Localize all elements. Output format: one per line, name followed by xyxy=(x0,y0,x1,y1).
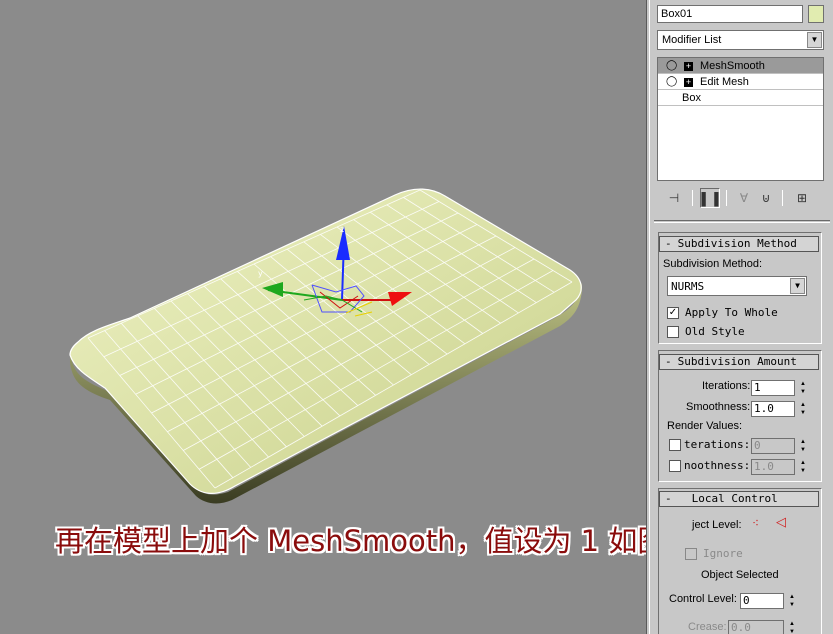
old-style-label: Old Style xyxy=(685,325,745,338)
render-smoothness-checkbox[interactable] xyxy=(669,460,681,472)
stack-item-label: Edit Mesh xyxy=(700,76,749,88)
stack-toolbar: ⊣ ▌▐ ∀ ⊍ ⊞ xyxy=(656,186,826,210)
render-smoothness-label: noothness: xyxy=(684,459,751,472)
subdivision-method-dropdown[interactable]: NURMS ▼ xyxy=(667,276,807,296)
vertex-icon[interactable]: ⁖ xyxy=(752,516,759,530)
rollout-title-label: Subdivision Method xyxy=(677,237,797,250)
render-smoothness-spinner[interactable]: ▲ ▼ xyxy=(798,459,808,475)
ignore-checkbox[interactable] xyxy=(685,548,697,560)
edge-icon[interactable]: ◁ xyxy=(776,514,786,530)
control-level-field[interactable]: 0 xyxy=(740,593,784,609)
stack-item-box[interactable]: Box xyxy=(658,90,823,106)
expand-icon[interactable]: + xyxy=(684,78,693,87)
toolbar-divider xyxy=(726,190,727,206)
local-control-title[interactable]: - Local Control xyxy=(659,491,819,507)
perspective-viewport[interactable]: z y 再在模型上加个 MeshSmooth，值设为 1 如图。 xyxy=(0,0,648,634)
stack-item-edit-mesh[interactable]: ◯ + Edit Mesh xyxy=(658,74,823,90)
smoothness-spinner[interactable]: ▲ ▼ xyxy=(798,401,808,417)
object-level-label: ject Level: xyxy=(692,519,742,531)
modify-panel: Box01 Modifier List ▼ ◯ + MeshSmooth ◯ +… xyxy=(650,0,833,634)
stack-item-label: Box xyxy=(682,92,701,104)
modifier-stack: ◯ + MeshSmooth ◯ + Edit Mesh Box xyxy=(657,57,824,181)
iterations-label: Iterations: xyxy=(702,380,751,392)
local-control-rollout xyxy=(658,488,822,634)
smoothness-field[interactable]: 1.0 xyxy=(751,401,795,417)
subdivision-method-title[interactable]: - Subdivision Method xyxy=(659,236,819,252)
subdivision-amount-title[interactable]: - Subdivision Amount xyxy=(659,354,819,370)
modifier-list-dropdown[interactable]: Modifier List ▼ xyxy=(657,30,824,50)
render-iterations-checkbox[interactable] xyxy=(669,439,681,451)
remove-modifier-icon[interactable]: ⊍ xyxy=(756,188,776,208)
toolbar-divider xyxy=(692,190,693,206)
rollout-title-label: Subdivision Amount xyxy=(677,355,797,368)
apply-to-whole-checkbox[interactable]: ✓ xyxy=(667,307,679,319)
subdivision-method-value: NURMS xyxy=(671,280,705,293)
render-iterations-label: terations: xyxy=(684,438,751,451)
render-smoothness-field[interactable]: 1.0 xyxy=(751,459,795,475)
object-color-swatch[interactable] xyxy=(808,5,824,23)
smoothness-label: Smoothness: xyxy=(686,401,751,413)
render-iterations-spinner[interactable]: ▲ ▼ xyxy=(798,438,808,454)
caption-text: 再在模型上加个 MeshSmooth，值设为 1 如图。 xyxy=(55,524,648,558)
control-level-label: Control Level: xyxy=(669,593,737,605)
iterations-field[interactable]: 1 xyxy=(751,380,795,396)
svg-text:z: z xyxy=(340,225,344,234)
expand-icon[interactable]: + xyxy=(684,62,693,71)
pin-stack-icon[interactable]: ⊣ xyxy=(664,188,684,208)
rollout-title-label: Local Control xyxy=(691,492,778,505)
control-level-spinner[interactable]: ▲ ▼ xyxy=(787,593,797,609)
crease-spinner[interactable]: ▲ ▼ xyxy=(787,620,797,634)
toolbar-divider xyxy=(782,190,783,206)
stack-item-meshsmooth[interactable]: ◯ + MeshSmooth xyxy=(658,58,823,74)
iterations-spinner[interactable]: ▲ ▼ xyxy=(798,380,808,396)
make-unique-icon[interactable]: ∀ xyxy=(734,188,754,208)
crease-label: Crease: xyxy=(688,621,727,633)
object-name-field[interactable]: Box01 xyxy=(657,5,803,23)
old-style-checkbox[interactable] xyxy=(667,326,679,338)
ignore-label: Ignore xyxy=(703,547,743,560)
modifier-list-label: Modifier List xyxy=(662,34,722,46)
lightbulb-icon[interactable]: ◯ xyxy=(666,60,677,72)
configure-sets-icon[interactable]: ⊞ xyxy=(792,188,812,208)
lightbulb-icon[interactable]: ◯ xyxy=(666,76,677,88)
chevron-down-icon[interactable]: ▼ xyxy=(807,32,822,48)
apply-to-whole-label: Apply To Whole xyxy=(685,306,778,319)
object-selected-label: Object Selected xyxy=(701,569,779,581)
crease-field[interactable]: 0.0 xyxy=(728,620,784,634)
render-iterations-field[interactable]: 0 xyxy=(751,438,795,454)
svg-text:y: y xyxy=(258,269,263,278)
stack-item-label: MeshSmooth xyxy=(700,60,765,72)
show-end-result-icon[interactable]: ▌▐ xyxy=(700,188,720,208)
subdivision-method-label: Subdivision Method: xyxy=(663,258,763,270)
panel-separator xyxy=(654,220,830,223)
render-values-label: Render Values: xyxy=(667,420,743,432)
chevron-down-icon[interactable]: ▼ xyxy=(790,278,805,294)
